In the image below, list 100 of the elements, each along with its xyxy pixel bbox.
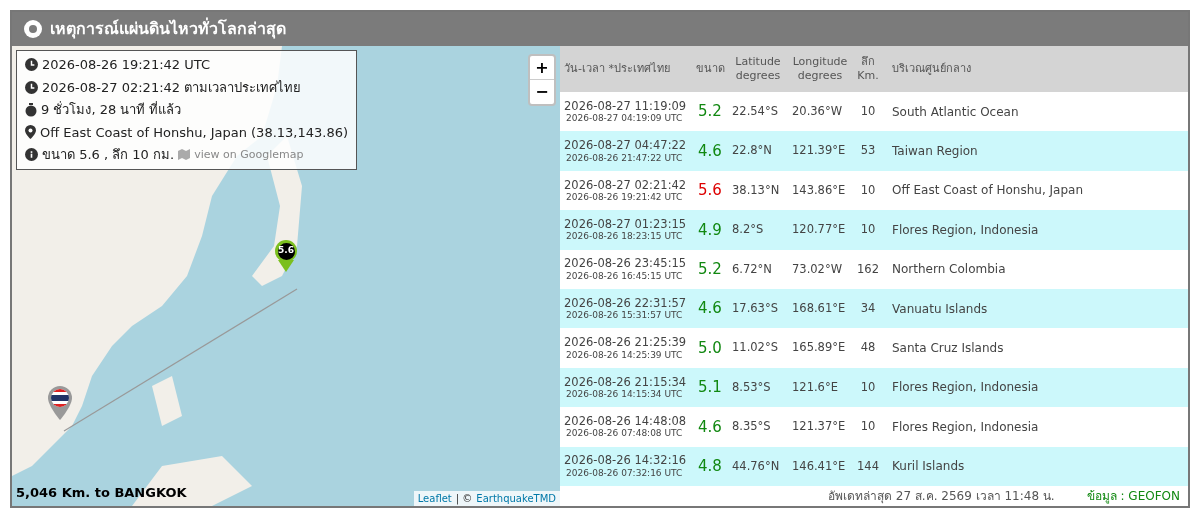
local-datetime: 2026-08-27 11:19:09 <box>564 98 688 114</box>
local-datetime: 2026-08-26 22:31:57 <box>564 295 688 311</box>
magnitude: 4.6 <box>697 298 723 320</box>
attribution-separator: | © <box>455 492 473 506</box>
local-datetime: 2026-08-26 14:48:08 <box>564 414 688 429</box>
googlemap-link[interactable]: view on Googlemap <box>178 146 304 163</box>
longitude: 165.89°E <box>791 339 847 357</box>
local-datetime: 2026-08-26 21:25:39 <box>564 335 688 350</box>
region: Vanuatu Islands <box>891 300 989 318</box>
region: Taiwan Region <box>891 143 979 161</box>
latitude: 17.63°S <box>731 300 779 317</box>
longitude: 146.41°E <box>791 457 847 475</box>
thailand-flag-marker-icon[interactable] <box>48 386 72 420</box>
magnitude: 5.1 <box>697 377 723 399</box>
latitude: 22.8°N <box>731 142 773 160</box>
earthquake-row[interactable]: 2026-08-26 14:32:16 2026-08-26 07:32:16 UTC 4.8 44.76°N 146.41°E 144 Kuril Islands <box>560 446 1188 486</box>
column-header: Latitude degrees <box>734 55 782 83</box>
latitude: 6.72°N <box>731 260 773 278</box>
utc-time: 2026-08-26 19:21:42 UTC <box>42 56 210 74</box>
longitude: 20.36°W <box>791 103 844 121</box>
earthquake-row[interactable]: 2026-08-27 01:23:15 2026-08-26 18:23:15 UTC 4.9 8.2°S 120.77°E 10 Flores Region, Indonesia <box>560 210 1188 250</box>
local-datetime: 2026-08-27 04:47:22 <box>564 138 688 153</box>
distance-label: 5,046 Km. to BANGKOK <box>16 483 187 502</box>
latitude: 11.02°S <box>731 339 779 357</box>
local-datetime: 2026-08-27 01:23:15 <box>564 217 688 232</box>
column-header: ลึก Km. <box>856 55 880 83</box>
depth: 162 <box>856 260 880 278</box>
owner-link[interactable]: EarthquakeTMD <box>476 491 556 506</box>
stopwatch-icon <box>25 102 37 117</box>
zoom-in-button[interactable]: + <box>530 56 554 80</box>
time-ago: 9 ชั่วโมง, 28 นาที ที่แล้ว <box>41 100 182 119</box>
utc-datetime: 2026-08-26 14:15:34 UTC <box>565 389 684 401</box>
column-header: ขนาด <box>694 62 726 76</box>
last-updated: อัพเดทล่าสุด 27 ส.ค. 2569 เวลา 11:48 น. <box>827 487 1055 505</box>
depth: 34 <box>859 300 877 317</box>
region: Flores Region, Indonesia <box>891 379 1040 397</box>
zoom-out-button[interactable]: − <box>530 80 554 104</box>
local-datetime: 2026-08-26 23:45:15 <box>564 256 688 271</box>
region: Northern Colombia <box>891 261 1007 279</box>
longitude: 143.86°E <box>791 181 847 199</box>
utc-datetime: 2026-08-26 07:48:08 UTC <box>565 428 684 440</box>
local-datetime: 2026-08-26 21:15:34 <box>564 374 688 389</box>
column-header: บริเวณศูนย์กลาง <box>891 62 972 76</box>
latitude: 38.13°N <box>731 181 781 199</box>
region: Flores Region, Indonesia <box>891 418 1040 436</box>
local-datetime: 2026-08-27 02:21:42 <box>564 177 688 193</box>
region: Kuril Islands <box>891 458 966 476</box>
magnitude: 4.8 <box>697 455 723 477</box>
depth: 10 <box>859 181 877 199</box>
earthquake-row[interactable]: 2026-08-26 21:15:34 2026-08-26 14:15:34 UTC 5.1 8.53°S 121.6°E 10 Flores Region, Indonesia <box>560 367 1188 408</box>
utc-datetime: 2026-08-26 14:25:39 UTC <box>565 349 684 361</box>
clock-icon <box>25 80 38 94</box>
utc-datetime: 2026-08-26 16:45:15 UTC <box>565 270 684 283</box>
location: Off East Coast of Honshu, Japan (38.13,143.86) <box>40 123 349 142</box>
longitude: 121.39°E <box>791 142 847 160</box>
magnitude: 5.2 <box>697 101 723 123</box>
magnitude-depth: ขนาด 5.6 , ลึก 10 กม. <box>42 146 175 164</box>
region: Santa Cruz Islands <box>891 340 1005 358</box>
magnitude: 5.2 <box>697 259 723 280</box>
map-pin-icon <box>25 125 36 140</box>
utc-datetime: 2026-08-26 18:23:15 UTC <box>565 231 684 243</box>
latitude: 22.54°S <box>731 103 779 121</box>
depth: 10 <box>859 221 877 239</box>
earthquake-row[interactable]: 2026-08-27 04:47:22 2026-08-26 21:47:22 UTC 4.6 22.8°N 121.39°E 53 Taiwan Region <box>560 131 1188 171</box>
depth: 48 <box>859 339 877 357</box>
utc-datetime: 2026-08-26 07:32:16 UTC <box>565 467 684 479</box>
depth: 53 <box>859 142 877 160</box>
magnitude: 5.6 <box>697 180 723 202</box>
depth: 10 <box>859 418 877 436</box>
magnitude: 4.6 <box>697 416 723 438</box>
region: Flores Region, Indonesia <box>891 221 1040 239</box>
longitude: 121.37°E <box>791 418 847 436</box>
longitude: 121.6°E <box>791 378 839 396</box>
region: South Atlantic Ocean <box>891 103 1020 121</box>
utc-datetime: 2026-08-27 04:19:09 UTC <box>565 113 684 125</box>
local-datetime: 2026-08-26 14:32:16 <box>564 453 688 468</box>
latitude: 44.76°N <box>731 457 781 475</box>
longitude: 120.77°E <box>791 221 847 239</box>
map-icon <box>178 149 191 161</box>
header-title: เหตุการณ์แผ่นดินไหวทั่วโลกล่าสุด <box>50 17 286 41</box>
data-source: ข้อมูล : GEOFON <box>1086 487 1180 505</box>
latitude: 8.2°S <box>731 221 765 239</box>
magnitude: 4.6 <box>697 140 723 162</box>
column-header: Longitude degrees <box>791 55 849 83</box>
circle-icon <box>24 20 42 38</box>
local-time: 2026-08-27 02:21:42 ตามเวลาประเทศไทย <box>42 78 302 97</box>
utc-datetime: 2026-08-26 19:21:42 UTC <box>565 192 684 204</box>
info-icon <box>25 148 38 162</box>
depth: 10 <box>859 378 877 396</box>
leaflet-link[interactable]: Leaflet <box>417 491 452 506</box>
longitude: 168.61°E <box>791 300 847 317</box>
clock-icon <box>25 58 38 72</box>
magnitude: 5.0 <box>697 337 723 359</box>
latitude: 8.53°S <box>731 378 772 396</box>
region: Off East Coast of Honshu, Japan <box>891 182 1084 200</box>
utc-datetime: 2026-08-26 21:47:22 UTC <box>565 152 684 164</box>
depth: 10 <box>859 103 877 121</box>
longitude: 73.02°W <box>791 260 844 278</box>
magnitude: 4.9 <box>697 219 723 241</box>
earthquake-row[interactable]: 2026-08-26 22:31:57 2026-08-26 15:31:57 UTC 4.6 17.63°S 168.61°E 34 Vanuatu Islands <box>560 288 1188 329</box>
